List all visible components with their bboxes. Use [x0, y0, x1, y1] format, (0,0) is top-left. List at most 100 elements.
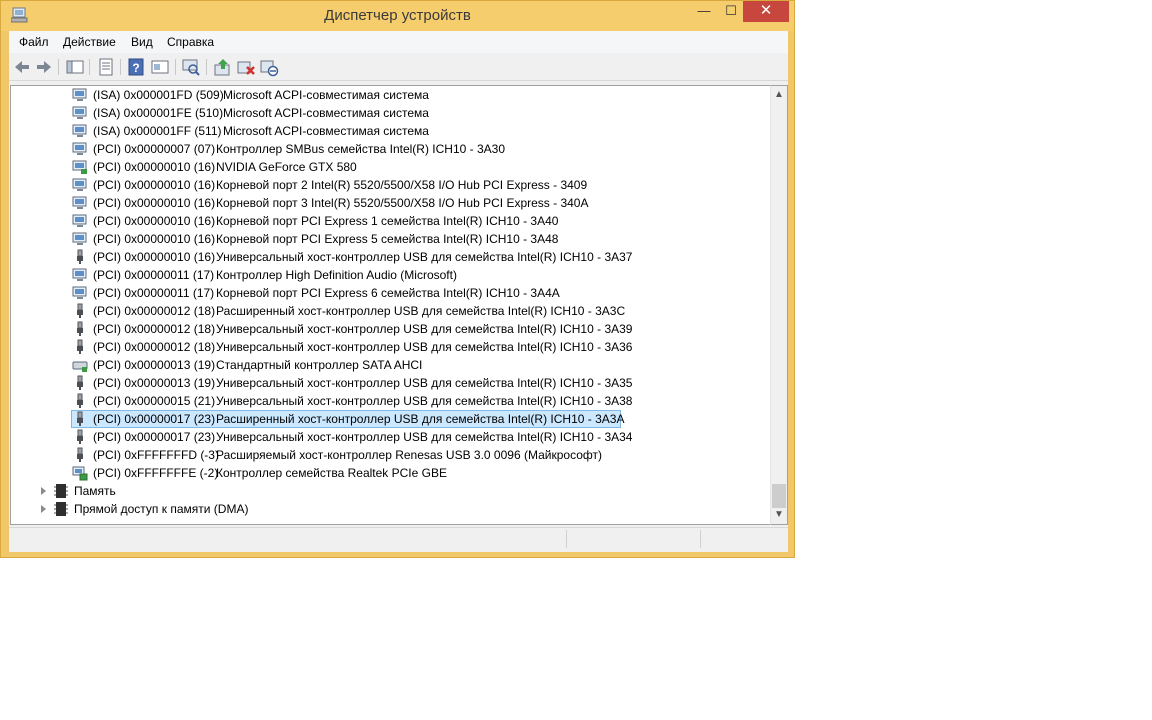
device-address: (PCI) 0x00000007 (07) — [93, 142, 216, 156]
usb-device-icon — [72, 393, 88, 409]
toolbar-separator — [89, 59, 90, 75]
view-icon[interactable] — [150, 57, 170, 77]
device-name: Корневой порт PCI Express 5 семейства In… — [216, 232, 559, 246]
device-row[interactable]: (PCI) 0x00000013 (19) Универсальный хост-… — [11, 374, 751, 392]
monitor-device-icon — [72, 195, 88, 211]
back-arrow-icon[interactable] — [12, 57, 32, 77]
device-row[interactable]: (PCI) 0x00000012 (18) Универсальный хост-… — [11, 320, 751, 338]
monitor-device-icon — [72, 231, 88, 247]
device-name: Универсальный хост-контроллер USB для се… — [216, 340, 633, 354]
device-row[interactable]: (PCI) 0x00000015 (21) Универсальный хост-… — [11, 392, 751, 410]
vertical-scrollbar[interactable]: ▲ ▼ — [770, 85, 788, 525]
monitor-device-icon — [72, 87, 88, 103]
window-title: Диспетчер устройств — [324, 7, 471, 24]
menu-help[interactable]: Справка — [167, 35, 214, 49]
device-row[interactable]: (PCI) 0x00000010 (16) NVIDIA GeForce GTX … — [11, 158, 751, 176]
device-address: (PCI) 0x00000010 (16) — [93, 250, 216, 264]
show-hide-console-tree-icon[interactable] — [65, 57, 85, 77]
device-manager-window: Диспетчер устройств — ☐ ✕ Файл Действие … — [0, 0, 795, 558]
close-button[interactable]: ✕ — [743, 1, 789, 22]
device-name: Контроллер SMBus семейства Intel(R) ICH1… — [216, 142, 505, 156]
menu-bar: Файл Действие Вид Справка — [9, 31, 788, 53]
device-row[interactable]: (ISA) 0x000001FE (510) Microsoft ACPI-сов… — [11, 104, 751, 122]
uninstall-device-icon[interactable] — [236, 57, 256, 77]
device-address: (PCI) 0x00000015 (21) — [93, 394, 216, 408]
memory-chip-icon — [53, 483, 69, 499]
device-address: (PCI) 0x00000010 (16) — [93, 214, 216, 228]
device-row[interactable]: (PCI) 0x00000010 (16) Корневой порт PCI E… — [11, 230, 751, 248]
monitor-device-icon — [72, 213, 88, 229]
category-row[interactable]: Прямой доступ к памяти (DMA) — [11, 500, 751, 518]
device-row[interactable]: (PCI) 0x00000011 (17) Корневой порт PCI E… — [11, 284, 751, 302]
device-address: (PCI) 0x00000010 (16) — [93, 178, 216, 192]
menu-file[interactable]: Файл — [19, 35, 49, 49]
device-row[interactable]: (PCI) 0x00000010 (16) Универсальный хост-… — [11, 248, 751, 266]
device-tree[interactable]: (ISA) 0x000001FD (509) Microsoft ACPI-сов… — [10, 85, 770, 525]
device-name: Расширяемый хост-контроллер Renesas USB … — [216, 448, 602, 462]
category-row[interactable]: Память — [11, 482, 751, 500]
monitor-device-icon — [72, 141, 88, 157]
maximize-button[interactable]: ☐ — [718, 1, 744, 22]
device-name: Универсальный хост-контроллер USB для се… — [216, 376, 633, 390]
category-label: Память — [74, 484, 116, 498]
device-row[interactable]: (PCI) 0x00000013 (19) Стандартный контрол… — [11, 356, 751, 374]
disable-device-icon[interactable] — [259, 57, 279, 77]
forward-arrow-icon[interactable] — [34, 57, 54, 77]
device-name: Универсальный хост-контроллер USB для се… — [216, 394, 633, 408]
device-row[interactable]: (PCI) 0xFFFFFFFD (-3) Расширяемый хост-ко… — [11, 446, 751, 464]
usb-device-icon — [72, 447, 88, 463]
device-name: Корневой порт PCI Express 1 семейства In… — [216, 214, 559, 228]
minimize-button[interactable]: — — [691, 1, 717, 22]
device-row[interactable]: (PCI) 0x00000010 (16) Корневой порт 3 Int… — [11, 194, 751, 212]
device-row[interactable]: (PCI) 0x00000010 (16) Корневой порт PCI E… — [11, 212, 751, 230]
device-row[interactable]: (PCI) 0x00000017 (23) Универсальный хост-… — [11, 428, 751, 446]
device-name: NVIDIA GeForce GTX 580 — [216, 160, 357, 174]
menu-view[interactable]: Вид — [131, 35, 153, 49]
client-area: Файл Действие Вид Справка ? (ISA) 0x0000… — [9, 31, 788, 552]
device-name: Контроллер High Definition Audio (Micros… — [216, 268, 457, 282]
help-icon[interactable]: ? — [126, 57, 146, 77]
device-address: (PCI) 0x00000011 (17) — [93, 286, 215, 300]
device-row[interactable]: (PCI) 0x00000007 (07) Контроллер SMBus се… — [11, 140, 751, 158]
update-driver-icon[interactable] — [213, 57, 233, 77]
category-label: Прямой доступ к памяти (DMA) — [74, 502, 249, 516]
device-address: (PCI) 0x00000013 (19) — [93, 376, 216, 390]
menu-action[interactable]: Действие — [63, 35, 116, 49]
device-name: Стандартный контроллер SATA AHCI — [216, 358, 423, 372]
device-address: (PCI) 0x00000010 (16) — [93, 160, 216, 174]
device-name: Microsoft ACPI-совместимая система — [223, 124, 429, 138]
device-name: Корневой порт PCI Express 6 семейства In… — [216, 286, 560, 300]
device-row[interactable]: (ISA) 0x000001FD (509) Microsoft ACPI-сов… — [11, 86, 751, 104]
scroll-thumb[interactable] — [772, 484, 786, 508]
network-device-icon — [72, 465, 88, 481]
scroll-down-icon[interactable]: ▼ — [771, 507, 787, 523]
device-row[interactable]: (PCI) 0x00000012 (18) Универсальный хост-… — [11, 338, 751, 356]
memory-chip-icon — [53, 501, 69, 517]
device-row[interactable]: (PCI) 0x00000017 (23) Расширенный хост-ко… — [11, 410, 751, 428]
device-address: (PCI) 0x00000017 (23) — [93, 430, 216, 444]
scan-hardware-icon[interactable] — [181, 57, 201, 77]
usb-device-icon — [72, 429, 88, 445]
monitor-device-icon — [72, 177, 88, 193]
device-name: Корневой порт 3 Intel(R) 5520/5500/X58 I… — [216, 196, 589, 210]
device-name: Контроллер семейства Realtek PCIe GBE — [216, 466, 447, 480]
device-row[interactable]: (PCI) 0x00000012 (18) Расширенный хост-ко… — [11, 302, 751, 320]
properties-icon[interactable] — [96, 57, 116, 77]
device-address: (PCI) 0x00000012 (18) — [93, 304, 216, 318]
device-row[interactable]: (ISA) 0x000001FF (511) Microsoft ACPI-сов… — [11, 122, 751, 140]
monitor-device-icon — [72, 105, 88, 121]
device-row[interactable]: (PCI) 0x00000010 (16) Корневой порт 2 Int… — [11, 176, 751, 194]
expand-chevron-icon[interactable] — [41, 505, 46, 513]
monitor-device-icon — [72, 267, 88, 283]
status-bar — [9, 527, 788, 552]
expand-chevron-icon[interactable] — [41, 487, 46, 495]
device-row[interactable]: (PCI) 0xFFFFFFFE (-2) Контроллер семейств… — [11, 464, 751, 482]
usb-device-icon — [72, 249, 88, 265]
toolbar-separator — [206, 59, 207, 75]
title-bar[interactable]: Диспетчер устройств — ☐ ✕ — [1, 1, 794, 31]
device-address: (PCI) 0x00000012 (18) — [93, 322, 216, 336]
device-row[interactable]: (PCI) 0x00000011 (17) Контроллер High Def… — [11, 266, 751, 284]
device-address: (ISA) 0x000001FF (511) — [93, 124, 222, 138]
device-name: Microsoft ACPI-совместимая система — [223, 106, 429, 120]
scroll-up-icon[interactable]: ▲ — [771, 87, 787, 103]
